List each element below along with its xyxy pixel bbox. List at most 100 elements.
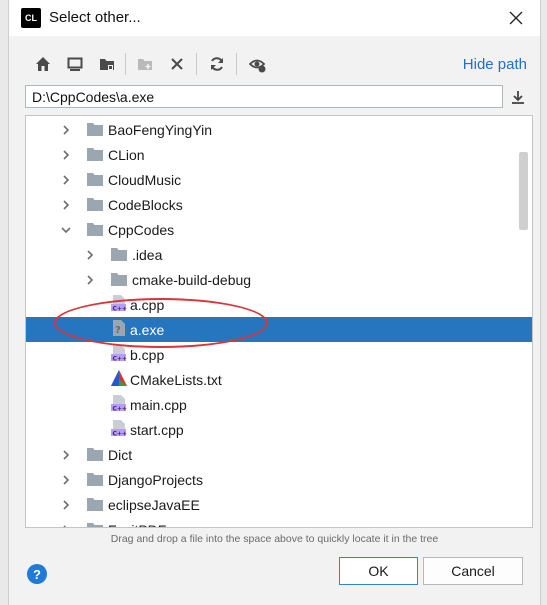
folder-icon [86, 196, 104, 212]
home-icon [36, 57, 50, 71]
hide-path-link[interactable]: Hide path [463, 56, 527, 73]
background-window-edge-right [540, 0, 547, 605]
select-file-dialog: CL Select other... Hide path D:\CppCodes… [8, 0, 541, 605]
close-button[interactable] [498, 2, 534, 34]
folder-icon [110, 246, 128, 262]
folder-icon [86, 221, 104, 237]
tree-row[interactable]: C++ start.cpp [26, 417, 532, 442]
tree-row[interactable]: C++ main.cpp [26, 392, 532, 417]
refresh-icon [211, 57, 223, 71]
new-folder-button[interactable] [132, 50, 158, 78]
show-hidden-button[interactable] [244, 50, 270, 78]
folder-icon [110, 271, 128, 287]
ok-button[interactable]: OK [339, 557, 418, 585]
cmake-file-icon [110, 369, 128, 386]
tree-row[interactable]: ? a.exe [26, 317, 532, 342]
tree-scrollbar[interactable] [519, 152, 528, 230]
show-hidden-icon [248, 59, 265, 72]
project-folder-button[interactable] [94, 50, 120, 78]
tree-row[interactable]: CloudMusic [26, 167, 532, 192]
unknown-file-icon: ? [110, 319, 128, 336]
tree-item-label: cmake-build-debug [132, 272, 252, 288]
tree-row[interactable]: CppCodes [26, 217, 532, 242]
project-folder-icon [100, 59, 114, 70]
tree-row[interactable]: .idea [26, 242, 532, 267]
tree-row[interactable]: BaoFengYingYin [26, 117, 532, 142]
chevron-right-icon[interactable] [84, 248, 96, 260]
tree-item-label: CppCodes [108, 222, 175, 238]
folder-icon [86, 121, 104, 137]
svg-text:C++: C++ [113, 355, 127, 362]
tree-row[interactable]: eclipseJavaEE [26, 492, 532, 517]
toolbar-separator [236, 53, 237, 75]
folder-icon [86, 171, 104, 187]
tree-row[interactable]: DjangoProjects [26, 467, 532, 492]
tree-item-label: CLion [108, 147, 145, 163]
dialog-title: Select other... [49, 9, 141, 26]
tree-row[interactable]: CodeBlocks [26, 192, 532, 217]
cpp-file-icon: C++ [110, 394, 128, 412]
svg-text:C++: C++ [113, 305, 127, 312]
toolbar: Hide path [25, 50, 535, 78]
file-tree[interactable]: BaoFengYingYin CLion CloudMusic CodeBlocks C… [25, 115, 533, 528]
toolbar-separator [125, 53, 126, 75]
desktop-button[interactable] [62, 50, 88, 78]
tree-row[interactable]: CLion [26, 142, 532, 167]
tree-row[interactable]: FoxitPDF [26, 517, 532, 527]
download-button[interactable] [506, 85, 530, 109]
path-input[interactable] [25, 85, 503, 108]
tree-item-label: Dict [108, 447, 133, 463]
tree-row[interactable]: C++ b.cpp [26, 342, 532, 367]
folder-icon [86, 496, 104, 512]
chevron-right-icon[interactable] [60, 148, 72, 160]
tree-item-label: .idea [132, 247, 163, 263]
cancel-button[interactable]: Cancel [423, 557, 523, 585]
tree-item-label: BaoFengYingYin [108, 122, 213, 138]
chevron-right-icon[interactable] [60, 123, 72, 135]
download-icon [512, 91, 524, 104]
folder-icon [86, 521, 104, 527]
chevron-right-icon[interactable] [84, 273, 96, 285]
cpp-file-icon: C++ [110, 294, 128, 312]
chevron-right-icon[interactable] [60, 173, 72, 185]
tree-item-label: CloudMusic [108, 172, 182, 188]
tree-item-label: CMakeLists.txt [130, 372, 222, 388]
delete-icon [171, 58, 183, 70]
close-icon [509, 11, 523, 25]
tree-item-label: eclipseJavaEE [108, 497, 200, 513]
chevron-right-icon[interactable] [60, 198, 72, 210]
tree-row[interactable]: C++ a.cpp [26, 292, 532, 317]
tree-item-label: a.exe [130, 322, 165, 338]
title-bar: CL Select other... [9, 0, 540, 36]
chevron-right-icon[interactable] [60, 473, 72, 485]
folder-icon [86, 471, 104, 487]
folder-icon [86, 146, 104, 162]
new-folder-icon [138, 59, 152, 70]
help-button[interactable]: ? [27, 564, 47, 584]
refresh-button[interactable] [204, 50, 230, 78]
tree-row[interactable]: cmake-build-debug [26, 267, 532, 292]
chevron-down-icon[interactable] [60, 223, 72, 235]
desktop-icon [67, 57, 83, 71]
chevron-right-icon[interactable] [60, 523, 72, 527]
folder-icon [86, 446, 104, 462]
tree-item-label: main.cpp [130, 397, 187, 413]
svg-text:C++: C++ [113, 405, 127, 412]
delete-button[interactable] [164, 50, 190, 78]
tree-item-label: DjangoProjects [108, 472, 203, 488]
svg-text:?: ? [115, 325, 121, 336]
toolbar-separator [196, 53, 197, 75]
tree-item-label: CodeBlocks [108, 197, 183, 213]
tree-item-label: start.cpp [130, 422, 184, 438]
cpp-file-icon: C++ [110, 344, 128, 362]
chevron-right-icon[interactable] [60, 498, 72, 510]
tree-row[interactable]: Dict [26, 442, 532, 467]
drag-drop-hint: Drag and drop a file into the space abov… [110, 533, 439, 545]
svg-text:C++: C++ [113, 430, 127, 437]
chevron-right-icon[interactable] [60, 448, 72, 460]
tree-row[interactable]: CMakeLists.txt [26, 367, 532, 392]
home-button[interactable] [30, 50, 56, 78]
tree-item-label: b.cpp [130, 347, 165, 363]
tree-item-label: FoxitPDF [108, 522, 166, 527]
clion-app-icon: CL [19, 6, 43, 30]
